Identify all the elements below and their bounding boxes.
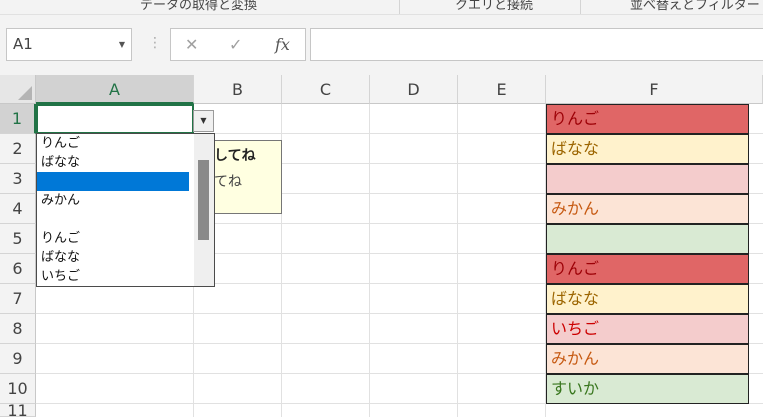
row-header-3[interactable]: 3 — [0, 164, 36, 194]
formula-bar: A1 ▼ ⋮ ✕ ✓ fx — [0, 15, 763, 75]
input-message-tooltip: してね てね — [207, 140, 282, 214]
row-header-1[interactable]: 1 — [0, 104, 36, 134]
cell-f7-text: ばなな — [551, 289, 600, 308]
cell-f8[interactable]: いちご — [546, 314, 749, 344]
cell-f6-text: りんご — [551, 259, 600, 278]
row-header-2[interactable]: 2 — [0, 134, 36, 164]
cell-f7[interactable]: ばなな — [546, 284, 749, 314]
row-header-10[interactable]: 10 — [0, 374, 36, 404]
cell-f9-text: みかん — [551, 349, 600, 368]
cell-f3[interactable] — [546, 164, 749, 194]
column-header-f[interactable]: F — [546, 75, 763, 104]
select-all-icon — [18, 86, 32, 100]
ribbon-group-queries[interactable]: クエリと接続 — [455, 0, 533, 13]
column-header-c[interactable]: C — [282, 75, 370, 104]
formula-input[interactable] — [310, 28, 763, 61]
active-cell-a1[interactable] — [36, 104, 194, 134]
column-header-e[interactable]: E — [458, 75, 546, 104]
cell-f4-text: みかん — [551, 199, 600, 218]
ribbon-separator — [580, 0, 581, 14]
ribbon-group-sort-filter[interactable]: 並べ替えとフィルター — [630, 0, 760, 13]
cell-f10-text: すいか — [551, 379, 600, 398]
row-header-5[interactable]: 5 — [0, 224, 36, 254]
column-header-a[interactable]: A — [36, 75, 194, 104]
dropdown-option[interactable]: りんご — [41, 229, 189, 248]
cell-f5[interactable] — [546, 224, 749, 254]
cell-f1[interactable]: りんご — [546, 104, 749, 134]
gridline — [369, 104, 370, 417]
dropdown-option[interactable]: みかん — [41, 191, 189, 210]
scroll-thumb[interactable] — [198, 160, 209, 240]
row-header-7[interactable]: 7 — [0, 284, 36, 314]
gridline — [457, 104, 458, 417]
row-header-11[interactable]: 11 — [0, 404, 36, 417]
dropdown-option[interactable]: ばなな — [41, 153, 189, 172]
ribbon: データの取得と変換 クエリと接続 並べ替えとフィルター — [0, 0, 763, 15]
cell-f2-text: ばなな — [551, 139, 600, 158]
name-box[interactable]: A1 ▼ — [6, 28, 132, 61]
ribbon-separator — [399, 0, 400, 14]
cell-f8-text: いちご — [551, 319, 600, 338]
row-header-8[interactable]: 8 — [0, 314, 36, 344]
formula-buttons: ✕ ✓ fx — [170, 28, 306, 61]
row-header-6[interactable]: 6 — [0, 254, 36, 284]
input-message-text: てね — [214, 174, 242, 190]
column-header-d[interactable]: D — [370, 75, 458, 104]
dropdown-arrow-button[interactable]: ▼ — [193, 110, 214, 132]
cancel-icon[interactable]: ✕ — [185, 29, 198, 60]
ribbon-group-get-data[interactable]: データの取得と変換 — [140, 0, 257, 13]
drag-handle-icon[interactable]: ⋮ — [148, 35, 162, 51]
name-box-value: A1 — [13, 35, 33, 53]
dropdown-option-selected[interactable] — [37, 172, 189, 191]
cell-f2[interactable]: ばなな — [546, 134, 749, 164]
dropdown-option[interactable]: りんご — [41, 134, 189, 153]
insert-function-icon[interactable]: fx — [275, 29, 290, 60]
cell-f1-text: りんご — [551, 109, 600, 128]
chevron-down-icon: ▼ — [200, 116, 207, 125]
cell-area[interactable]: りんご ばなな みかん りんご ばなな いちご みかん すいか してね てね ▼… — [36, 104, 763, 417]
cell-f4[interactable]: みかん — [546, 194, 749, 224]
enter-icon[interactable]: ✓ — [229, 29, 242, 60]
row-header-9[interactable]: 9 — [0, 344, 36, 374]
validation-dropdown-list: りんご ばなな みかん りんご ばなな いちご — [36, 133, 215, 287]
input-message-title: してね — [214, 148, 256, 164]
worksheet-grid: A B C D E F 1 2 3 4 5 6 7 8 9 10 11 りんご … — [0, 75, 763, 417]
column-header-b[interactable]: B — [194, 75, 282, 104]
cell-f9[interactable]: みかん — [546, 344, 749, 374]
dropdown-scrollbar[interactable] — [194, 134, 214, 286]
cell-f10[interactable]: すいか — [546, 374, 749, 404]
row-header-4[interactable]: 4 — [0, 194, 36, 224]
dropdown-option[interactable]: いちご — [41, 267, 189, 286]
cell-f6[interactable]: りんご — [546, 254, 749, 284]
dropdown-option[interactable] — [41, 210, 189, 229]
chevron-down-icon[interactable]: ▼ — [119, 29, 125, 60]
dropdown-option[interactable]: ばなな — [41, 248, 189, 267]
select-all-corner[interactable] — [0, 75, 36, 104]
